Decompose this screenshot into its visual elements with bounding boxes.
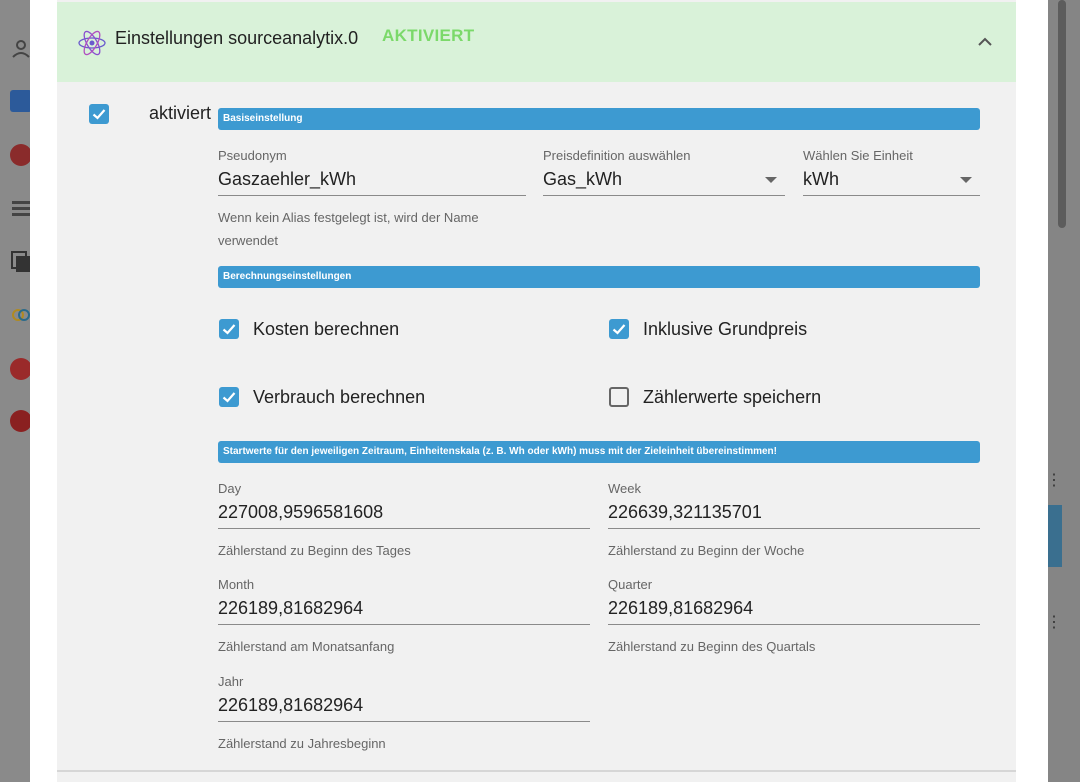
costs-checkbox[interactable] — [219, 319, 239, 339]
year-help: Zählerstand zu Jahresbeginn — [218, 736, 386, 751]
alias-label: Pseudonym — [218, 148, 287, 163]
quarter-underline — [608, 624, 980, 625]
person-icon — [10, 38, 32, 60]
unit-label: Wählen Sie Einheit — [803, 148, 913, 163]
price-value[interactable]: Gas_kWh — [543, 169, 622, 190]
dropdown-arrow-icon[interactable] — [765, 177, 777, 183]
price-label: Preisdefinition auswählen — [543, 148, 691, 163]
rings-icon — [10, 304, 32, 326]
section-basic-header: Basiseinstellung — [218, 108, 980, 130]
status-badge: AKTIVIERT — [382, 26, 475, 45]
base-price-checkbox[interactable] — [609, 319, 629, 339]
panel-divider — [57, 770, 1016, 772]
adapter-settings-panel: Einstellungen sourceanalytix.0 AKTIVIERT… — [57, 0, 1016, 782]
meter-values-checkbox[interactable] — [609, 387, 629, 407]
alias-input[interactable]: Gaszaehler_kWh — [218, 169, 356, 190]
year-input[interactable]: 226189,81682964 — [218, 695, 363, 716]
enabled-checkbox[interactable] — [89, 104, 109, 124]
year-underline — [218, 721, 590, 722]
month-label: Month — [218, 577, 255, 592]
adapter-icon — [10, 144, 32, 166]
day-underline — [218, 528, 590, 529]
year-label: Jahr — [218, 674, 244, 689]
alias-help: Wenn kein Alias festgelegt ist, wird der… — [218, 210, 479, 248]
background-scrollbar[interactable] — [1058, 0, 1066, 228]
price-underline — [543, 195, 785, 196]
js-icon — [10, 90, 32, 112]
chevron-up-icon[interactable] — [975, 32, 995, 52]
background-sidebar — [0, 0, 32, 782]
unit-underline — [803, 195, 980, 196]
month-help: Zählerstand am Monatsanfang — [218, 639, 395, 654]
meter-values-label: Zählerwerte speichern — [643, 387, 822, 407]
month-underline — [218, 624, 590, 625]
alias-underline — [218, 195, 526, 196]
quarter-label: Quarter — [608, 577, 653, 592]
week-help: Zählerstand zu Beginn der Woche — [608, 543, 805, 558]
settings-dialog: Einstellungen sourceanalytix.0 AKTIVIERT… — [30, 0, 1048, 782]
section-calc-header: Berechnungseinstellungen — [218, 266, 980, 288]
dropdown-arrow-icon[interactable] — [960, 177, 972, 183]
week-input[interactable]: 226639,321135701 — [608, 502, 762, 523]
more-icon: ⋮ — [1046, 472, 1062, 489]
list-icon — [10, 198, 32, 220]
costs-label: Kosten berechnen — [253, 319, 400, 339]
background-tab — [1048, 505, 1062, 567]
day-help: Zählerstand zu Beginn des Tages — [218, 543, 411, 558]
panel-header[interactable]: Einstellungen sourceanalytix.0 AKTIVIERT — [57, 2, 1016, 82]
section-start-header: Startwerte für den jeweiligen Zeitraum, … — [218, 441, 980, 463]
day-input[interactable]: 227008,9596581608 — [218, 502, 383, 523]
unit-value[interactable]: kWh — [803, 169, 839, 190]
z-icon — [10, 410, 32, 432]
week-label: Week — [608, 481, 641, 496]
quarter-input[interactable]: 226189,81682964 — [608, 598, 753, 619]
clock-icon — [10, 358, 32, 380]
more-icon: ⋮ — [1046, 614, 1062, 631]
consumption-label: Verbrauch berechnen — [253, 387, 426, 407]
quarter-help: Zählerstand zu Beginn des Quartals — [608, 639, 816, 654]
month-input[interactable]: 226189,81682964 — [218, 598, 363, 619]
week-underline — [608, 528, 980, 529]
enabled-label: aktiviert — [149, 103, 212, 123]
panel-title: Einstellungen sourceanalytix.0 — [115, 28, 359, 48]
consumption-checkbox[interactable] — [219, 387, 239, 407]
atom-icon — [77, 28, 107, 58]
day-label: Day — [218, 481, 242, 496]
files-icon — [10, 250, 32, 272]
base-price-label: Inklusive Grundpreis — [643, 319, 808, 339]
